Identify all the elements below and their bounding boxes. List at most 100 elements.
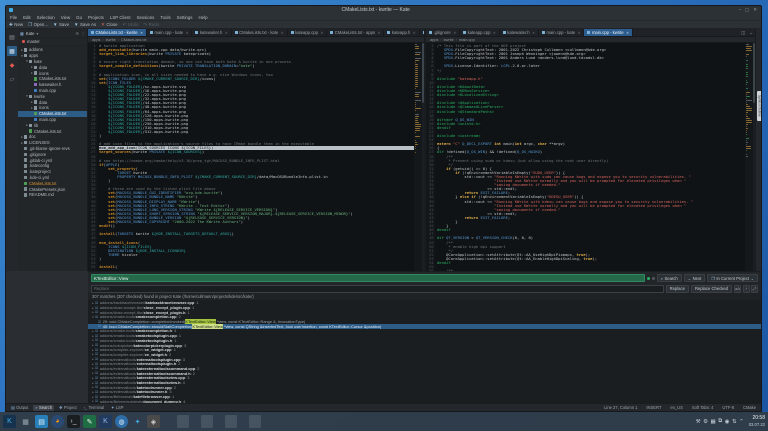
tab-mode[interactable]: Soft Tabs: 4 [690, 405, 716, 410]
menu-lsp-client[interactable]: LSP Client [110, 15, 131, 20]
gimp-icon[interactable]: ◈ [147, 415, 160, 428]
minimap-right[interactable] [745, 43, 753, 271]
clipboard-icon[interactable]: ⧉ [718, 418, 722, 425]
clock-widget[interactable]: 20:58 03.07.22 [749, 416, 765, 427]
tab-close-icon[interactable]: ✕ [320, 31, 323, 35]
code-left[interactable]: # kwrite applicationadd_executable(kwrit… [97, 43, 414, 271]
editor-right[interactable]: 1234567891011121314151617181920212223242… [426, 43, 755, 271]
result-checkbox[interactable]: ☑ [95, 376, 98, 380]
scope-dropdown[interactable]: ❐In Current Project⌄ [707, 274, 758, 282]
result-checkbox[interactable]: ☑ [95, 306, 98, 310]
tab-close-icon[interactable]: ✕ [140, 31, 143, 35]
expand-tray-icon[interactable]: ⌃ [739, 419, 744, 425]
menu-projects[interactable]: Projects [88, 15, 104, 20]
input-mode[interactable]: INSERT [644, 405, 663, 410]
menu-help[interactable]: Help [199, 15, 208, 20]
tab-katewaiter.h[interactable]: katewaiter.h✕ [500, 29, 539, 36]
result-checkbox[interactable]: ☑ [95, 343, 98, 347]
breadcrumb-segment[interactable]: main.cpp [459, 37, 475, 42]
tab-close-icon[interactable]: ✕ [281, 31, 284, 35]
menu-edit[interactable]: Edit [23, 15, 31, 20]
tab-close-icon[interactable]: ✕ [493, 31, 496, 35]
toolview-button-lsp[interactable]: ✦LSP [109, 405, 125, 411]
encoding[interactable]: UTF-8 [720, 405, 736, 410]
menu-sessions[interactable]: Sessions [137, 15, 155, 20]
project-refresh-button[interactable]: ⟳ [76, 31, 79, 36]
minimap-left[interactable] [414, 43, 422, 271]
result-checkbox[interactable]: ☑ [95, 301, 98, 305]
search-toggle-xx[interactable]: .* [743, 285, 750, 293]
git-icon[interactable]: ◆ [7, 60, 17, 70]
menu-tools[interactable]: Tools [160, 15, 170, 20]
tab-katewaiter.h[interactable]: katewaiter.h✕ [192, 29, 231, 36]
tab-close-icon[interactable]: ✕ [186, 31, 189, 35]
tab-close-icon[interactable]: ✕ [453, 31, 456, 35]
menu-settings[interactable]: Settings [177, 15, 193, 20]
result-checkbox[interactable]: ☑ [95, 334, 98, 338]
filesystem-icon[interactable]: ▱ [7, 74, 17, 84]
result-checkbox[interactable]: ☑ [95, 357, 98, 361]
dolphin-icon[interactable]: ▤ [35, 415, 48, 428]
task-button[interactable] [177, 415, 189, 428]
result-checkbox[interactable]: ☑ [95, 362, 98, 366]
search-button[interactable]: ⌕Search [657, 274, 682, 282]
kate-icon[interactable]: ✎ [83, 415, 96, 428]
result-checkbox[interactable]: ☑ [95, 315, 98, 319]
result-checkbox[interactable]: ☑ [95, 338, 98, 342]
tab-close-icon[interactable]: ✕ [626, 31, 629, 35]
result-checkbox[interactable]: ☑ [95, 310, 98, 314]
tab-close-icon[interactable]: ✕ [225, 31, 228, 35]
result-checkbox[interactable]: ☑ [95, 329, 98, 333]
tab-close-icon[interactable]: ✕ [378, 31, 381, 35]
breadcrumb-segment[interactable]: CMakeLists.txt [121, 37, 147, 42]
tab-main.cpp-kate[interactable]: main.cpp - kate✕ [539, 29, 584, 36]
pager-widget[interactable]: ▦ [19, 415, 32, 428]
tab-close-icon[interactable]: ✕ [532, 31, 535, 35]
code-line[interactable]: install( [99, 265, 414, 269]
editor-left[interactable]: 1234567891011121314151617181920212223242… [88, 43, 424, 271]
maximize-button[interactable]: ▢ [745, 7, 749, 13]
menu-view[interactable]: View [61, 15, 70, 20]
kdevelop-icon[interactable]: K [99, 415, 112, 428]
result-checkbox[interactable]: ☑ [98, 320, 101, 324]
replace-input[interactable]: Replace [91, 285, 664, 293]
result-checkbox[interactable]: ☑ [95, 352, 98, 356]
close-button[interactable]: ✕ [753, 7, 757, 13]
dictionary[interactable]: en_US [668, 405, 685, 410]
git-branch-button[interactable]: master [18, 38, 87, 46]
tab-kateapp.cpp[interactable]: kateapp.cpp✕ [460, 29, 500, 36]
breadcrumb-segment[interactable]: apps [430, 37, 438, 42]
split-view-icon[interactable]: ◫ [739, 29, 747, 36]
tab-close-icon[interactable]: ✕ [578, 31, 581, 35]
chromium-icon[interactable]: ◍ [115, 415, 128, 428]
tab-.gitignore[interactable]: .gitignore✕ [426, 29, 460, 36]
tree-item[interactable]: README.md [18, 192, 87, 198]
result-checkbox[interactable]: ☑ [95, 366, 98, 370]
menu-go[interactable]: Go [76, 15, 82, 20]
documents-icon[interactable]: ▤ [7, 32, 17, 42]
code-right[interactable]: /* This file is part of the KDE project … [435, 43, 745, 271]
toolview-button-output[interactable]: ▤Output [9, 405, 30, 411]
task-button[interactable] [201, 415, 213, 428]
firefox-icon[interactable]: ◕ [51, 415, 64, 428]
menu-selection[interactable]: Selection [37, 15, 55, 20]
tab-cmakelists.txt-apps[interactable]: CMakeLists.txt - apps✕ [327, 29, 384, 36]
projects-icon[interactable]: ▦ [7, 46, 17, 56]
search-toggle-x[interactable]: ⤢ [751, 285, 758, 293]
tab-kateapp.cpp[interactable]: kateapp.cpp✕ [288, 29, 328, 36]
result-checkbox[interactable]: ☑ [95, 395, 98, 399]
breadcrumb-segment[interactable]: apps [92, 37, 100, 42]
more-view-icon[interactable]: ⌄ [747, 29, 755, 36]
tab-cmakelists.txt-kwrite[interactable]: CMakeLists.txt - kwrite✕ [88, 29, 147, 36]
toolview-button-terminal[interactable]: ›_Terminal [82, 405, 106, 411]
konsole-icon[interactable]: ›_ [67, 415, 80, 428]
project-selector[interactable]: ▦ Kate ▾ ⟳ ⋮ [18, 29, 87, 38]
task-button[interactable] [249, 415, 261, 428]
task-button[interactable] [225, 415, 237, 428]
result-checkbox[interactable]: ☑ [95, 385, 98, 389]
titlebar[interactable]: CMakeLists.txt - kwrite — Kate −▢✕ [6, 6, 761, 14]
settings-icon[interactable]: ⚙ [703, 419, 708, 425]
result-checkbox[interactable]: ☑ [95, 348, 98, 352]
replace-button[interactable]: Replace [666, 285, 689, 293]
result-checkbox[interactable]: ☑ [95, 381, 98, 385]
